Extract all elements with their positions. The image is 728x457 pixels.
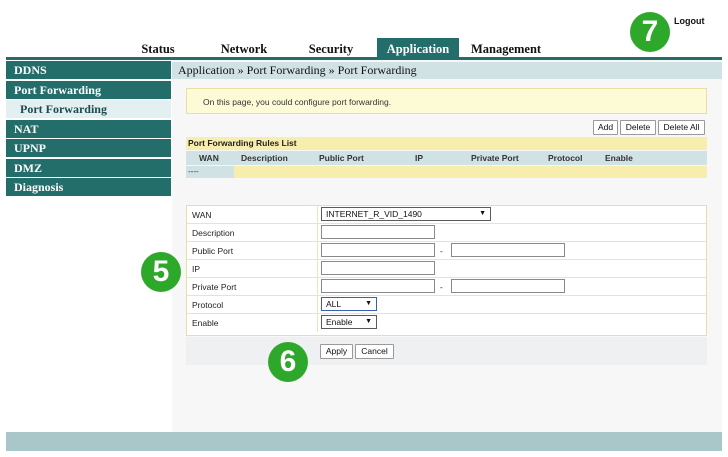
tab-security[interactable]: Security (296, 38, 366, 58)
logout-link[interactable]: Logout (674, 16, 705, 26)
apply-button[interactable]: Apply (320, 344, 353, 359)
breadcrumb: Application » Port Forwarding » Port For… (172, 62, 722, 79)
public-port-start-input[interactable] (321, 243, 435, 257)
enable-select-value: Enable (326, 317, 353, 327)
chevron-down-icon: ▼ (479, 210, 486, 217)
wan-label: WAN (192, 210, 212, 220)
info-banner: On this page, you could configure port f… (186, 88, 707, 114)
table-row: ---- (186, 166, 707, 178)
sidebar-item-diagnosis[interactable]: Diagnosis (6, 178, 171, 196)
chevron-down-icon: ▼ (365, 300, 372, 307)
form-row-protocol: Protocol ALL ▼ (187, 296, 706, 314)
public-port-label: Public Port (192, 246, 234, 256)
form-actions (186, 337, 707, 365)
protocol-select[interactable]: ALL ▼ (321, 297, 377, 311)
private-port-start-input[interactable] (321, 279, 435, 293)
rules-table-header: WAN Description Public Port IP Private P… (186, 151, 707, 165)
enable-label: Enable (192, 318, 219, 328)
form-row-public-port: Public Port - (187, 242, 706, 260)
sidebar: DDNS Port Forwarding Port Forwarding NAT… (6, 61, 171, 198)
col-enable: Enable (605, 153, 633, 163)
delete-button[interactable]: Delete (620, 120, 656, 135)
sidebar-item-upnp[interactable]: UPNP (6, 139, 171, 157)
tab-status[interactable]: Status (128, 38, 188, 58)
tab-application[interactable]: Application (377, 38, 459, 58)
sidebar-item-ddns[interactable]: DDNS (6, 61, 171, 79)
rules-list-title: Port Forwarding Rules List (186, 137, 707, 150)
description-input[interactable] (321, 225, 435, 239)
public-port-end-input[interactable] (451, 243, 565, 257)
delete-all-button[interactable]: Delete All (658, 120, 705, 135)
add-button[interactable]: Add (593, 120, 618, 135)
sidebar-subitem-port-forwarding[interactable]: Port Forwarding (6, 100, 171, 118)
footer-bar (6, 432, 722, 451)
form-row-private-port: Private Port - (187, 278, 706, 296)
protocol-select-value: ALL (326, 299, 342, 309)
range-separator: - (440, 282, 443, 292)
chevron-down-icon: ▼ (365, 318, 372, 325)
protocol-label: Protocol (192, 300, 224, 310)
cancel-button[interactable]: Cancel (355, 344, 394, 359)
top-nav: Status Network Security Application Mana… (0, 38, 728, 58)
wan-select-value: INTERNET_R_VID_1490 (326, 209, 422, 219)
form-row-wan: WAN INTERNET_R_VID_1490 ▼ (187, 206, 706, 224)
form-row-ip: IP (187, 260, 706, 278)
form-row-description: Description (187, 224, 706, 242)
col-public-port: Public Port (319, 153, 364, 163)
private-port-label: Private Port (192, 282, 237, 292)
step-badge-5: 5 (141, 252, 181, 292)
col-ip: IP (415, 153, 424, 163)
col-description: Description (241, 153, 288, 163)
tab-network[interactable]: Network (208, 38, 280, 58)
ip-label: IP (192, 264, 201, 274)
sidebar-item-nat[interactable]: NAT (6, 119, 171, 138)
port-forwarding-form: WAN INTERNET_R_VID_1490 ▼ Description Pu… (186, 205, 707, 336)
col-wan: WAN (199, 153, 219, 163)
description-label: Description (192, 228, 235, 238)
ip-input[interactable] (321, 261, 435, 275)
step-badge-6: 6 (268, 342, 308, 382)
private-port-end-input[interactable] (451, 279, 565, 293)
tab-management[interactable]: Management (466, 38, 546, 58)
col-private-port: Private Port (471, 153, 519, 163)
sidebar-item-dmz[interactable]: DMZ (6, 158, 171, 177)
empty-row-cell: ---- (186, 166, 234, 178)
range-separator: - (440, 246, 443, 256)
sidebar-item-port-forwarding[interactable]: Port Forwarding (6, 80, 171, 99)
form-row-enable: Enable Enable ▼ (187, 314, 706, 332)
enable-select[interactable]: Enable ▼ (321, 315, 377, 329)
wan-select[interactable]: INTERNET_R_VID_1490 ▼ (321, 207, 491, 221)
col-protocol: Protocol (548, 153, 583, 163)
